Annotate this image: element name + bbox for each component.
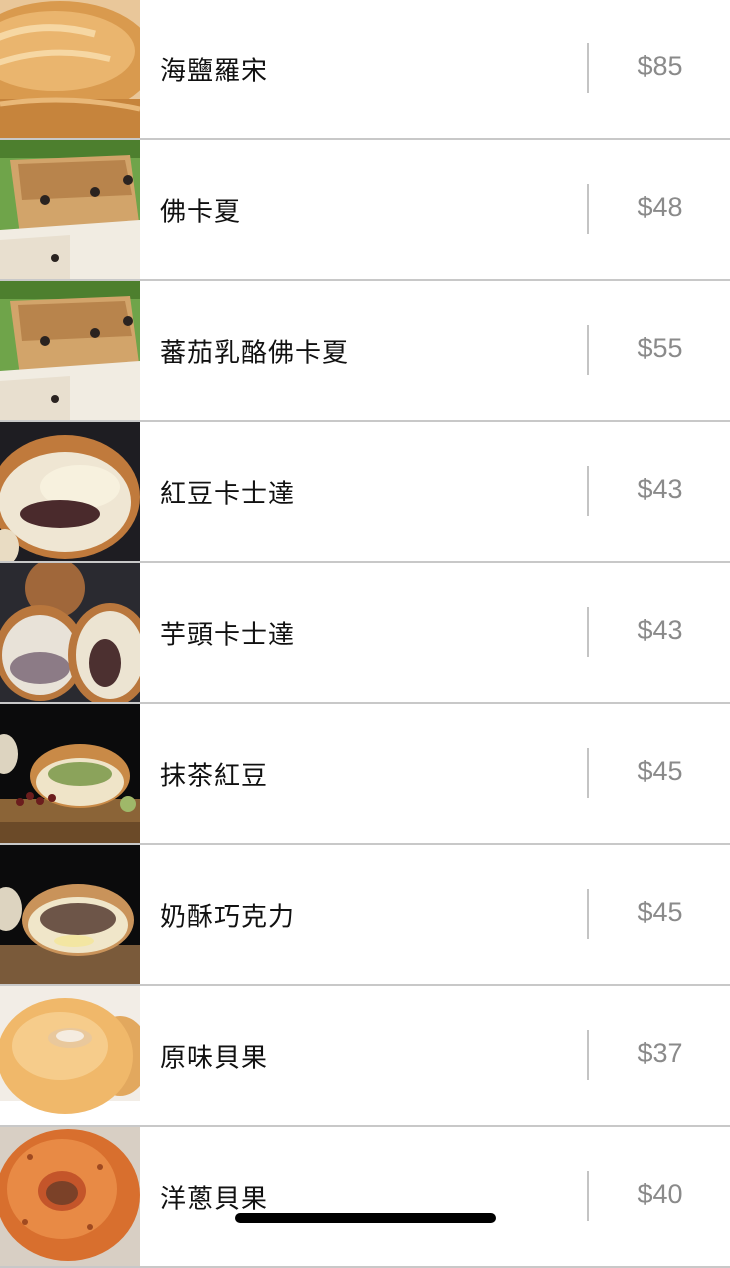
- taro-custard-bun-image: [0, 563, 140, 702]
- menu-item[interactable]: 原味貝果 $37: [0, 986, 730, 1127]
- item-price: $48: [637, 191, 683, 222]
- item-price: $55: [637, 332, 683, 363]
- menu-item[interactable]: 奶酥巧克力 $45: [0, 845, 730, 986]
- item-name: 海鹽羅宋: [160, 56, 269, 86]
- onion-bagel-image: [0, 1127, 140, 1266]
- item-name: 洋蔥貝果: [160, 1184, 269, 1214]
- menu-list: 海鹽羅宋 $85 佛卡夏 $48 蕃茄乳酪佛卡夏 $55 紅豆卡士達 $43 芋…: [0, 0, 730, 1268]
- divider: [587, 889, 589, 939]
- divider: [587, 325, 589, 375]
- menu-item[interactable]: 蕃茄乳酪佛卡夏 $55: [0, 281, 730, 422]
- focaccia-image: [0, 140, 140, 279]
- divider: [587, 466, 589, 516]
- menu-item[interactable]: 海鹽羅宋 $85: [0, 0, 730, 140]
- milk-crumble-chocolate-bun-image: [0, 845, 140, 984]
- tomato-cheese-focaccia-image: [0, 281, 140, 420]
- item-name: 紅豆卡士達: [160, 479, 296, 509]
- menu-item[interactable]: 洋蔥貝果 $40: [0, 1127, 730, 1268]
- item-name: 芋頭卡士達: [160, 620, 296, 650]
- item-name: 佛卡夏: [160, 197, 242, 227]
- item-price: $85: [637, 50, 683, 81]
- item-price: $45: [637, 755, 683, 786]
- salt-roll-bread-image: [0, 0, 140, 138]
- matcha-red-bean-bun-image: [0, 704, 140, 843]
- divider: [587, 607, 589, 657]
- divider: [587, 43, 589, 93]
- item-price: $40: [637, 1178, 683, 1209]
- item-name: 蕃茄乳酪佛卡夏: [160, 338, 350, 368]
- item-price: $45: [637, 896, 683, 927]
- menu-item[interactable]: 抹茶紅豆 $45: [0, 704, 730, 845]
- plain-bagel-image: [0, 986, 140, 1125]
- menu-item[interactable]: 芋頭卡士達 $43: [0, 563, 730, 704]
- item-price: $37: [637, 1037, 683, 1068]
- item-name: 奶酥巧克力: [160, 902, 296, 932]
- divider: [587, 1171, 589, 1221]
- item-name: 抹茶紅豆: [160, 761, 269, 791]
- home-indicator[interactable]: [235, 1213, 496, 1223]
- item-price: $43: [637, 614, 683, 645]
- divider: [587, 184, 589, 234]
- divider: [587, 1030, 589, 1080]
- menu-item[interactable]: 佛卡夏 $48: [0, 140, 730, 281]
- red-bean-custard-bun-image: [0, 422, 140, 561]
- divider: [587, 748, 589, 798]
- item-price: $43: [637, 473, 683, 504]
- menu-item[interactable]: 紅豆卡士達 $43: [0, 422, 730, 563]
- item-name: 原味貝果: [160, 1043, 269, 1073]
